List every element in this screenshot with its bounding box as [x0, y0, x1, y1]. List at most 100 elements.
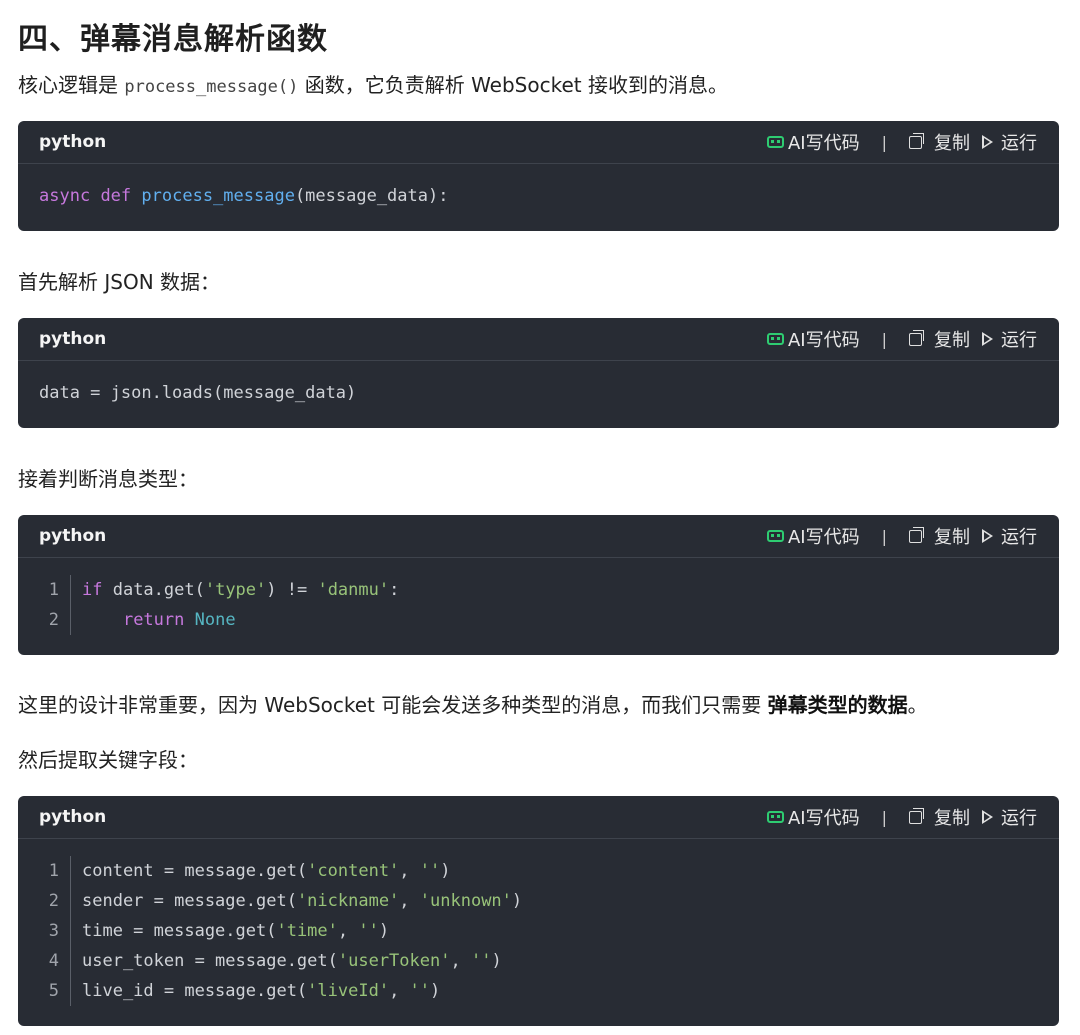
line-code: return None: [82, 605, 236, 635]
code-line: 3 time = message.get('time', ''): [39, 916, 1038, 946]
intro-text-prefix: 核心逻辑是: [18, 73, 125, 97]
code-line: 2 sender = message.get('nickname', 'unkno…: [39, 886, 1038, 916]
code-token-fn: process_message: [141, 186, 295, 206]
line-number: 2: [39, 886, 71, 916]
code-token-kw: async: [39, 186, 91, 206]
copy-icon: [909, 526, 924, 543]
run-button[interactable]: 运行: [970, 326, 1037, 352]
line-code: content = message.get('content', ''): [82, 856, 451, 886]
run-button[interactable]: 运行: [970, 523, 1037, 549]
code-token-kw: def: [100, 186, 132, 206]
copy-icon: [909, 807, 924, 824]
code-header: python AI写代码 | 复制 运行: [18, 796, 1059, 839]
code-token: ) !=: [266, 580, 318, 600]
code-token: (message_data):: [294, 186, 449, 206]
code-token: data = json.loads(message_data): [39, 383, 357, 403]
copy-button[interactable]: 复制: [909, 129, 970, 155]
code-body: 1 content = message.get('content', '') 2 se…: [18, 839, 1059, 1006]
code-language-label: python: [39, 807, 107, 827]
ai-write-code-button[interactable]: AI写代码: [766, 129, 860, 155]
code-language-label: python: [39, 132, 107, 152]
code-token: ,: [389, 981, 410, 1001]
code-line: 4 user_token = message.get('userToken', '…: [39, 946, 1038, 976]
code-block-2: python AI写代码 | 复制 运行 data = json.loads(m…: [18, 318, 1059, 428]
code-token-str: 'userToken': [337, 951, 451, 971]
code-token-const: None: [194, 610, 236, 630]
ai-write-code-label: AI写代码: [787, 527, 860, 548]
code-token: time = message.get(: [82, 921, 277, 941]
inline-code: process_message(): [124, 77, 299, 97]
code-block-1: python AI写代码 | 复制 运行 async def process_m…: [18, 121, 1059, 231]
ai-write-code-button[interactable]: AI写代码: [766, 523, 860, 549]
code-toolbar: AI写代码 | 复制 运行: [766, 804, 1037, 830]
toolbar-separator: |: [881, 807, 887, 827]
code-token-str: 'type': [204, 580, 267, 600]
code-header: python AI写代码 | 复制 运行: [18, 515, 1059, 558]
code-token-str: 'nickname': [296, 891, 400, 911]
copy-button[interactable]: 复制: [909, 523, 970, 549]
copy-button[interactable]: 复制: [909, 804, 970, 830]
code-line: data = json.loads(message_data): [39, 378, 1038, 408]
toolbar-separator: |: [881, 526, 887, 546]
run-button[interactable]: 运行: [970, 129, 1037, 155]
toolbar-separator: |: [881, 329, 887, 349]
code-line: 1 content = message.get('content', ''): [39, 856, 1038, 886]
paragraph-extract-fields: 然后提取关键字段：: [18, 748, 198, 772]
copy-label: 复制: [934, 133, 970, 154]
line-number: 5: [39, 976, 71, 1006]
code-token-str: 'content': [307, 861, 400, 881]
code-token: ): [430, 981, 441, 1001]
code-body: data = json.loads(message_data): [18, 361, 1059, 408]
intro-text-suffix: 函数，它负责解析 WebSocket 接收到的消息。: [298, 73, 728, 97]
code-token-kw: if: [82, 580, 103, 600]
run-label: 运行: [1001, 133, 1037, 154]
paragraph-design-note: 这里的设计非常重要，因为 WebSocket 可能会发送多种类型的消息，而我们只…: [18, 689, 928, 718]
code-line: async def process_message (message_data):: [39, 181, 1038, 211]
ai-write-code-label: AI写代码: [787, 330, 860, 351]
code-token-kw: return: [122, 610, 185, 630]
intro-paragraph: 核心逻辑是 process_message() 函数，它负责解析 WebSock…: [18, 69, 728, 98]
copy-icon: [909, 132, 924, 149]
code-token: content = message.get(: [82, 861, 308, 881]
code-token-str: 'unknown': [419, 891, 512, 911]
copy-label: 复制: [934, 527, 970, 548]
line-number: 4: [39, 946, 71, 976]
line-number: 1: [39, 856, 71, 886]
run-label: 运行: [1001, 527, 1037, 548]
line-number: 2: [39, 605, 71, 635]
robot-icon: [766, 811, 784, 823]
code-line: 5 live_id = message.get('liveId', ''): [39, 976, 1038, 1006]
ai-write-code-button[interactable]: AI写代码: [766, 804, 860, 830]
code-token: ): [511, 891, 523, 911]
line-code: user_token = message.get('userToken', ''…: [82, 946, 502, 976]
code-block-4: python AI写代码 | 复制 运行 1 content = message.…: [18, 796, 1059, 1026]
ai-write-code-button[interactable]: AI写代码: [766, 326, 860, 352]
play-icon: [982, 135, 993, 149]
article-page: 四、弹幕消息解析函数 核心逻辑是 process_message() 函数，它负…: [0, 0, 1080, 1035]
code-header: python AI写代码 | 复制 运行: [18, 318, 1059, 361]
code-token: ,: [450, 951, 471, 971]
line-code: time = message.get('time', ''): [82, 916, 389, 946]
code-token-str: 'time': [276, 921, 338, 941]
run-button[interactable]: 运行: [970, 804, 1037, 830]
code-block-3: python AI写代码 | 复制 运行 1 if data.get('type'…: [18, 515, 1059, 655]
code-body: async def process_message (message_data):: [18, 164, 1059, 211]
copy-button[interactable]: 复制: [909, 326, 970, 352]
play-icon: [982, 332, 993, 346]
robot-icon: [766, 530, 784, 542]
code-toolbar: AI写代码 | 复制 运行: [766, 523, 1037, 549]
code-token-str: '': [419, 861, 441, 881]
code-language-label: python: [39, 526, 107, 546]
code-token-str: '': [358, 921, 379, 941]
line-code: live_id = message.get('liveId', ''): [82, 976, 440, 1006]
copy-icon: [909, 329, 924, 346]
code-body: 1 if data.get('type') != 'danmu': 2 return…: [18, 558, 1059, 635]
code-token: ): [491, 951, 502, 971]
code-token-str: '': [470, 951, 492, 971]
code-token-str: '': [409, 981, 431, 1001]
paragraph-check-type: 接着判断消息类型：: [18, 467, 198, 491]
code-line: 2 return None: [39, 605, 1038, 635]
robot-icon: [766, 333, 784, 345]
code-language-label: python: [39, 329, 107, 349]
